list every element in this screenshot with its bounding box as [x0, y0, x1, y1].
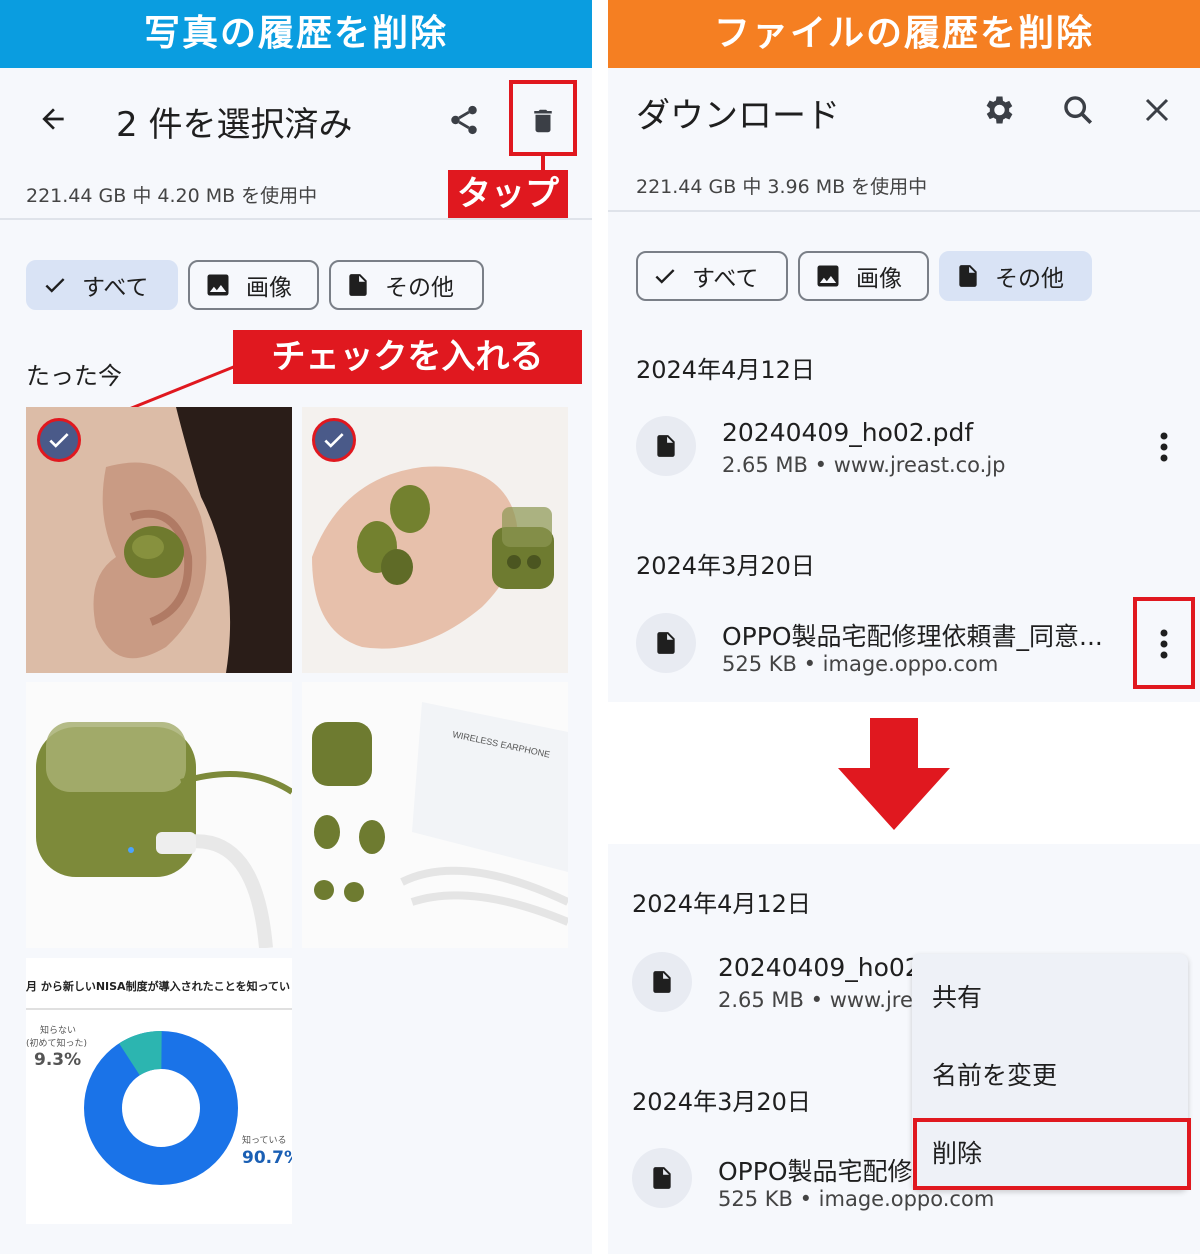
- date-header: 2024年4月12日: [636, 356, 815, 384]
- survey-headline: 月 から新しいNISA制度が導入されたことを知ってい: [26, 980, 291, 993]
- more-vert-icon[interactable]: [1144, 427, 1184, 467]
- file-icon: [636, 416, 696, 476]
- storage-usage: 221.44 GB 中 3.96 MB を使用中: [636, 176, 928, 198]
- more-menu-highlight-box: [1133, 597, 1195, 689]
- file-icon: [636, 613, 696, 673]
- file-name[interactable]: 20240409_ho02.: [718, 953, 929, 982]
- photos-panel: 写真の履歴を削除 2 件を選択済み タップ 221.44 GB 中 4.20 M…: [0, 0, 592, 1254]
- date-header: 2024年3月20日: [636, 552, 815, 580]
- delete-highlight-box: [913, 1118, 1191, 1190]
- unknown-value: 9.3%: [34, 1050, 82, 1070]
- file-meta: 2.65 MB • www.jrea: [718, 988, 926, 1012]
- filter-chip-label: その他: [995, 266, 1064, 292]
- selected-check-icon[interactable]: [37, 418, 81, 462]
- photo-thumbnail-case[interactable]: [26, 682, 292, 948]
- annotation-pointer-line: [71, 364, 237, 434]
- filter-chip-all[interactable]: すべて: [636, 251, 788, 301]
- selected-check-icon[interactable]: [312, 418, 356, 462]
- known-value: 90.7%: [242, 1148, 292, 1168]
- file-meta: 525 KB • image.oppo.com: [722, 652, 999, 676]
- menu-item-rename[interactable]: 名前を変更: [912, 1042, 1188, 1106]
- filter-chip-images[interactable]: 画像: [798, 251, 929, 301]
- gear-icon[interactable]: [976, 88, 1020, 132]
- downloads-title: ダウンロード: [636, 96, 840, 136]
- downloads-banner: ファイルの履歴を削除: [608, 0, 1200, 68]
- file-meta: 525 KB • image.oppo.com: [718, 1187, 995, 1211]
- header-divider: [608, 210, 1200, 212]
- menu-item-share[interactable]: 共有: [912, 964, 1188, 1028]
- check-icon: [655, 269, 675, 284]
- file-name[interactable]: 20240409_ho02.pdf: [722, 418, 973, 447]
- downloads-panel: ファイルの履歴を削除 ダウンロード 221.44 GB 中 3.96 MB を使…: [608, 0, 1200, 1254]
- image-icon: [817, 265, 839, 287]
- file-meta: 2.65 MB • www.jreast.co.jp: [722, 453, 1006, 477]
- filter-chip-label: 画像: [856, 266, 902, 292]
- survey-donut-chart: [84, 1031, 238, 1185]
- close-icon[interactable]: [1135, 88, 1179, 132]
- date-header: 2024年3月20日: [632, 1088, 811, 1116]
- file-name[interactable]: OPPO製品宅配修理依頼書_同意...: [722, 617, 1103, 653]
- photo-thumbnail-contents[interactable]: WIRELESS EARPHONE: [302, 682, 568, 948]
- document-icon: [959, 265, 977, 287]
- file-icon: [632, 952, 692, 1012]
- date-header: 2024年4月12日: [632, 890, 811, 918]
- search-icon[interactable]: [1056, 88, 1100, 132]
- filter-chip-other[interactable]: その他: [939, 251, 1092, 301]
- photo-thumbnail-survey-chart[interactable]: 月 から新しいNISA制度が導入されたことを知ってい 知らない (初めて知った)…: [26, 958, 292, 1224]
- file-name[interactable]: OPPO製品宅配修: [718, 1152, 913, 1188]
- unknown-label: 知らない: [40, 1026, 77, 1036]
- unknown-sublabel: (初めて知った): [26, 1039, 88, 1049]
- filter-chip-label: すべて: [692, 266, 759, 292]
- survey-divider: [26, 1008, 292, 1010]
- file-icon: [632, 1148, 692, 1208]
- known-label: 知っている: [242, 1136, 287, 1146]
- down-arrow-icon: [838, 718, 950, 830]
